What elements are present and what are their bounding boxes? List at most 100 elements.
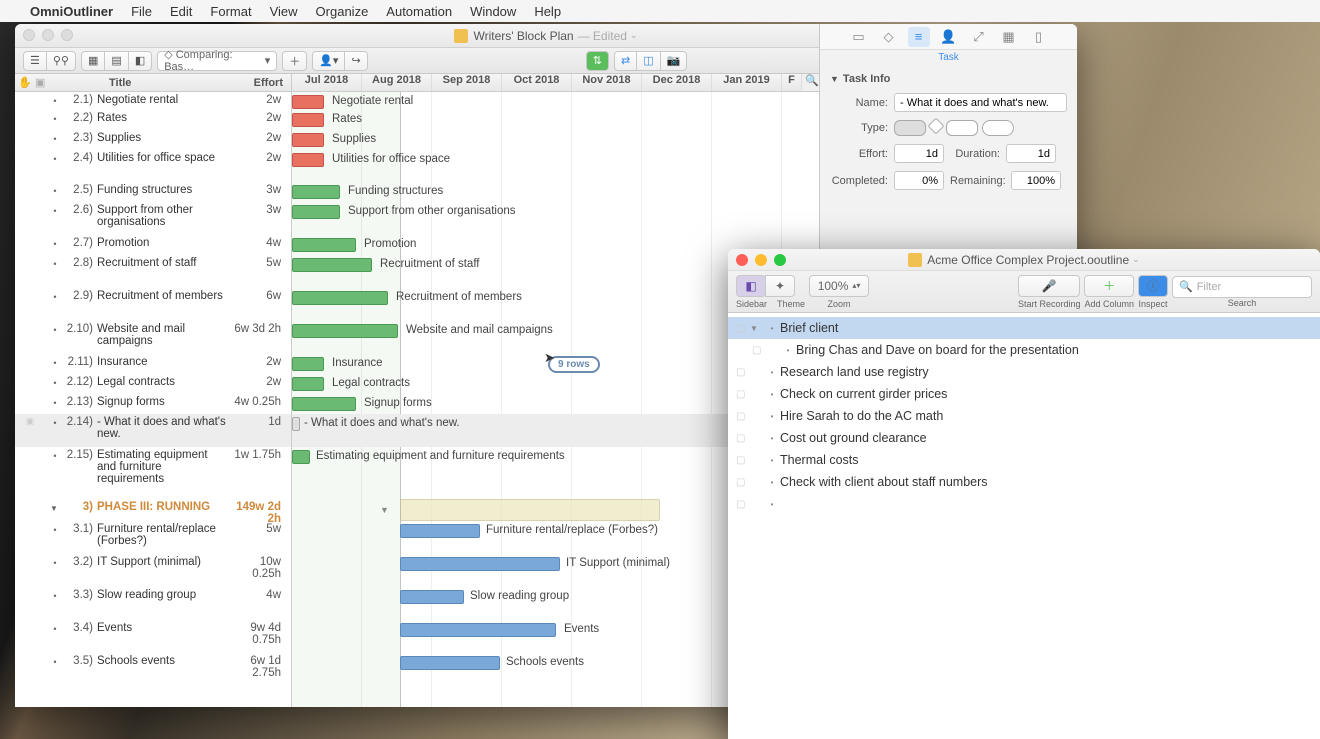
task-row[interactable]: •2.9)Recruitment of members6w (15, 288, 291, 321)
gantt-bar[interactable] (292, 357, 324, 371)
dashboard-button[interactable]: ◫ (636, 51, 660, 71)
view-gantt-button[interactable]: ☰ (23, 51, 47, 71)
handle-icon[interactable]: ✋ (15, 76, 35, 89)
close-button[interactable] (736, 254, 748, 266)
gantt-bar[interactable] (292, 258, 372, 272)
gantt-bar[interactable] (292, 153, 324, 167)
assign-resource-button[interactable]: 👤▾ (312, 51, 345, 71)
minimize-button[interactable] (42, 29, 54, 41)
status-header-icon[interactable]: ▣ (35, 76, 49, 89)
view-resource-button[interactable]: ⚲⚲ (46, 51, 76, 71)
sync-button[interactable]: ⇄ (614, 51, 637, 71)
gantt-bar[interactable] (292, 133, 324, 147)
titlebar2[interactable]: Acme Office Complex Project.ooutline ⌄ (728, 249, 1320, 271)
inspector-tab-task[interactable]: ≡ (908, 27, 930, 47)
inspector-tab-doc[interactable]: ▯ (1028, 27, 1050, 47)
menu-view[interactable]: View (270, 4, 298, 19)
add-task-button[interactable]: ＋ (282, 51, 307, 71)
menu-file[interactable]: File (131, 4, 152, 19)
catch-up-button[interactable]: ↪ (344, 51, 367, 71)
status-box[interactable]: ▢ (736, 455, 750, 466)
task-row[interactable]: •2.4)Utilities for office space2w (15, 150, 291, 182)
gantt-bar[interactable] (292, 113, 324, 127)
month-oct[interactable]: Oct 2018 (502, 74, 572, 91)
gantt-bar[interactable] (400, 656, 500, 670)
menu-format[interactable]: Format (210, 4, 251, 19)
gantt-bar[interactable] (292, 205, 340, 219)
menu-automation[interactable]: Automation (386, 4, 452, 19)
menu-window[interactable]: Window (470, 4, 516, 19)
task-row[interactable]: •2.8)Recruitment of staff5w (15, 255, 291, 288)
baseline-select[interactable]: ◇ Comparing: Bas…▾ (157, 51, 277, 71)
zoom-button[interactable] (774, 254, 786, 266)
minimize-button[interactable] (755, 254, 767, 266)
gantt-bar[interactable] (292, 450, 310, 464)
app-name-menu[interactable]: OmniOutliner (30, 4, 113, 19)
gantt-bar[interactable] (292, 377, 324, 391)
task-row[interactable]: •2.5)Funding structures3w (15, 182, 291, 202)
screenshot-button[interactable]: 📷 (660, 51, 688, 71)
status-box[interactable]: ▢ (736, 499, 750, 510)
outline-row[interactable]: ▢• (728, 493, 1320, 515)
task-info-header[interactable]: ▼Task Info (830, 73, 1067, 85)
completed-input[interactable] (894, 171, 944, 190)
task-row[interactable]: •2.12)Legal contracts2w (15, 374, 291, 394)
task-row[interactable]: •3.3)Slow reading group4w (15, 587, 291, 620)
month-aug[interactable]: Aug 2018 (362, 74, 432, 91)
gantt-bar[interactable] (292, 95, 324, 109)
zoom-button[interactable] (61, 29, 73, 41)
outline-row[interactable]: ▢▼•Brief client (728, 317, 1320, 339)
status-box[interactable]: ▢ (736, 323, 750, 334)
outline-row[interactable]: ▢•Hire Sarah to do the AC math (728, 405, 1320, 427)
duration-input[interactable] (1006, 144, 1056, 163)
status-box[interactable]: ▢ (752, 345, 766, 356)
view-style-button[interactable]: ◧ (128, 51, 152, 71)
record-button[interactable]: 🎤 (1018, 275, 1081, 297)
menu-help[interactable]: Help (534, 4, 561, 19)
outline-row[interactable]: ▢•Research land use registry (728, 361, 1320, 383)
inspector-tab-resource[interactable]: 👤 (938, 27, 960, 47)
outline-row[interactable]: ▢•Check with client about staff numbers (728, 471, 1320, 493)
search-field[interactable]: 🔍Filter (1172, 276, 1312, 298)
gantt-bar[interactable] (292, 397, 356, 411)
view-network-button[interactable]: ▤ (104, 51, 128, 71)
chevron-down-icon[interactable]: ⌄ (1132, 254, 1140, 265)
menu-edit[interactable]: Edit (170, 4, 192, 19)
outline-row[interactable]: ▢•Check on current girder prices (728, 383, 1320, 405)
view-calendar-button[interactable]: ▦ (81, 51, 105, 71)
name-input[interactable] (894, 93, 1067, 112)
gantt-bar[interactable] (400, 524, 480, 538)
effort-header[interactable]: Effort (229, 77, 291, 89)
month-feb[interactable]: F (782, 74, 802, 91)
outline-body[interactable]: •2.1)Negotiate rental2w•2.2)Rates2w•2.3)… (15, 92, 291, 686)
task-row[interactable]: •2.6)Support from other organisations3w (15, 202, 291, 235)
type-milestone[interactable] (928, 118, 945, 135)
add-column-button[interactable]: ＋ (1084, 275, 1134, 297)
status-box[interactable]: ▢ (736, 411, 750, 422)
task-row[interactable]: •2.7)Promotion4w (15, 235, 291, 255)
status-box[interactable]: ▢ (736, 433, 750, 444)
menu-organize[interactable]: Organize (316, 4, 369, 19)
phase-row[interactable]: ▼3)PHASE III: RUNNING149w 2d 2h (15, 499, 291, 521)
month-dec[interactable]: Dec 2018 (642, 74, 712, 91)
gantt-bar[interactable] (292, 238, 356, 252)
inspector-tab-styles[interactable]: ⤢ (968, 27, 990, 47)
outline-body[interactable]: ▢▼•Brief client▢•Bring Chas and Dave on … (728, 313, 1320, 519)
status-box[interactable]: ▢ (736, 389, 750, 400)
type-group[interactable] (982, 120, 1014, 136)
gantt-bar[interactable] (292, 417, 300, 431)
gantt-bar[interactable] (292, 324, 398, 338)
outline-row[interactable]: ▢•Bring Chas and Dave on board for the p… (728, 339, 1320, 361)
title-header[interactable]: Title (49, 77, 229, 89)
task-row[interactable]: •2.3)Supplies2w (15, 130, 291, 150)
sidebar-button[interactable]: ◧ (736, 275, 766, 297)
task-row[interactable]: •2.11)Insurance2w (15, 354, 291, 374)
task-row[interactable]: •2.1)Negotiate rental2w (15, 92, 291, 110)
task-row[interactable]: •2.2)Rates2w (15, 110, 291, 130)
task-row[interactable]: •2.13)Signup forms4w 0.25h (15, 394, 291, 414)
gantt-bar[interactable] (292, 185, 340, 199)
inspector-tab-project[interactable]: ▭ (848, 27, 870, 47)
task-row[interactable]: •2.10)Website and mail campaigns6w 3d 2h (15, 321, 291, 354)
inspector-tab-custom[interactable]: ▦ (998, 27, 1020, 47)
month-jan[interactable]: Jan 2019 (712, 74, 782, 91)
